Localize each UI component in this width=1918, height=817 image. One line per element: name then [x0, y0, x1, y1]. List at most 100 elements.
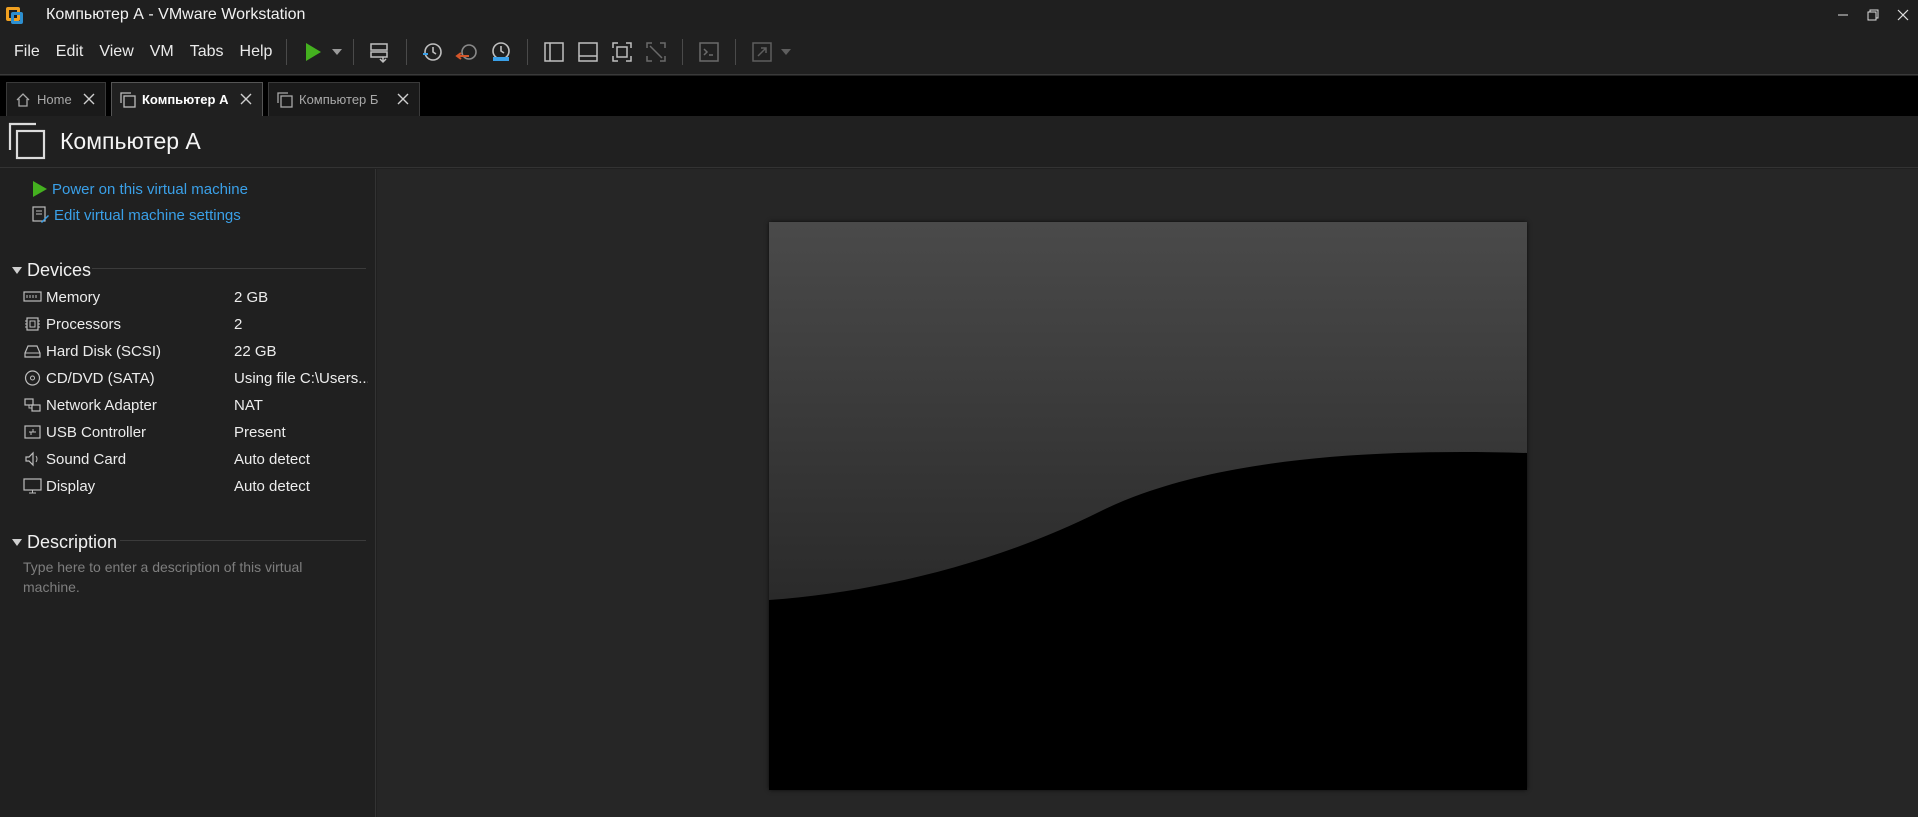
- restore-icon: [1867, 9, 1879, 21]
- vm-title: Компьютер А: [60, 128, 201, 154]
- toolbar-separator: [735, 39, 737, 65]
- title-bar: Компьютер А - VMware Workstation: [0, 0, 1918, 30]
- vm-tab-icon: [277, 91, 293, 108]
- snapshot-manager-icon: [492, 42, 511, 61]
- power-on-vm-link[interactable]: Power on this virtual machine: [32, 178, 248, 200]
- unity-icon: [646, 42, 667, 62]
- stretch-dropdown-button[interactable]: [779, 36, 793, 68]
- network-adapter-icon: [22, 396, 42, 414]
- full-screen-button[interactable]: [605, 36, 639, 68]
- tab-close-button[interactable]: [79, 89, 99, 109]
- restore-button[interactable]: [1858, 0, 1888, 30]
- power-on-icon: [306, 43, 322, 61]
- menu-vm[interactable]: VM: [142, 43, 182, 61]
- device-row-cd-dvd[interactable]: CD/DVD (SATA) Using file C:\Users...: [22, 366, 372, 390]
- tab-home[interactable]: Home: [6, 82, 106, 116]
- toolbar-separator: [286, 39, 288, 65]
- vm-large-icon: [8, 122, 48, 162]
- full-screen-icon: [612, 42, 633, 62]
- snapshot-icon: [423, 43, 443, 61]
- device-row-hard-disk[interactable]: Hard Disk (SCSI) 22 GB: [22, 339, 372, 363]
- device-name: Sound Card: [46, 450, 127, 468]
- dropdown-arrow-icon: [332, 49, 343, 55]
- tab-computer-a[interactable]: Компьютер А: [111, 82, 263, 116]
- revert-snapshot-button[interactable]: [450, 36, 484, 68]
- stretch-guest-button[interactable]: [745, 36, 779, 68]
- toolbar-separator: [353, 39, 355, 65]
- vm-preview-panel: [377, 169, 1918, 817]
- tab-computer-b[interactable]: Компьютер Б: [268, 82, 420, 116]
- vm-details-panel: Power on this virtual machine Edit virtu…: [0, 169, 376, 817]
- memory-icon: [22, 288, 42, 306]
- device-row-display[interactable]: Display Auto detect: [22, 474, 372, 498]
- close-icon: [240, 93, 252, 105]
- processor-icon: [22, 315, 42, 333]
- dropdown-arrow-icon: [781, 49, 792, 55]
- device-row-memory[interactable]: Memory 2 GB: [22, 285, 372, 309]
- power-on-button[interactable]: [296, 36, 330, 68]
- device-row-processors[interactable]: Processors 2: [22, 312, 372, 336]
- device-row-network-adapter[interactable]: Network Adapter NAT: [22, 393, 372, 417]
- library-icon: [544, 42, 565, 62]
- show-thumbnail-bar-button[interactable]: [571, 36, 605, 68]
- tab-close-button[interactable]: [236, 89, 256, 109]
- device-name: Display: [46, 477, 96, 495]
- edit-vm-settings-link[interactable]: Edit virtual machine settings: [32, 204, 241, 226]
- description-section-title: Description: [27, 532, 118, 552]
- power-dropdown-button[interactable]: [330, 36, 344, 68]
- device-name: Memory: [46, 288, 101, 306]
- window-title: Компьютер А - VMware Workstation: [46, 6, 306, 23]
- snapshot-manager-button[interactable]: [484, 36, 518, 68]
- device-name: Hard Disk (SCSI): [46, 342, 162, 360]
- revert-snapshot-icon: [455, 44, 478, 60]
- menu-toolbar-bar: File Edit View VM Tabs Help: [0, 30, 1918, 75]
- device-name: Processors: [46, 315, 122, 333]
- collapse-caret-icon: [12, 539, 22, 546]
- console-view-button[interactable]: [692, 36, 726, 68]
- device-row-sound-card[interactable]: Sound Card Auto detect: [22, 447, 372, 471]
- minimize-button[interactable]: [1828, 0, 1858, 30]
- menu-file[interactable]: File: [6, 43, 48, 61]
- device-value: 2: [234, 315, 243, 333]
- edit-settings-icon: [32, 206, 49, 223]
- collapse-caret-icon: [12, 267, 22, 274]
- action-label: Edit virtual machine settings: [54, 206, 241, 224]
- menu-edit[interactable]: Edit: [48, 43, 92, 61]
- menu-tabs[interactable]: Tabs: [182, 43, 232, 61]
- play-icon: [33, 181, 47, 197]
- devices-section-toggle[interactable]: Devices: [12, 260, 91, 281]
- send-ctrl-alt-del-icon: [370, 43, 389, 64]
- action-label: Power on this virtual machine: [52, 180, 248, 198]
- menu-view[interactable]: View: [91, 43, 141, 61]
- section-divider: [92, 268, 366, 269]
- tab-close-button[interactable]: [393, 89, 413, 109]
- hard-disk-icon: [22, 342, 42, 360]
- device-value: NAT: [234, 396, 263, 414]
- device-value: 22 GB: [234, 342, 277, 360]
- show-library-button[interactable]: [537, 36, 571, 68]
- device-value: Using file C:\Users...: [234, 369, 368, 387]
- unity-button[interactable]: [639, 36, 673, 68]
- close-window-button[interactable]: [1888, 0, 1918, 30]
- vm-tab-icon: [120, 91, 136, 108]
- send-ctrl-alt-del-button[interactable]: [363, 36, 397, 68]
- device-value: Auto detect: [234, 477, 310, 495]
- window-controls: [1828, 0, 1918, 30]
- usb-icon: [22, 423, 42, 441]
- device-value: Present: [234, 423, 286, 441]
- description-section-toggle[interactable]: Description: [12, 532, 117, 553]
- description-input[interactable]: Type here to enter a description of this…: [23, 557, 343, 597]
- vm-header: Компьютер А: [0, 116, 1918, 168]
- close-icon: [397, 93, 409, 105]
- tab-strip: Home Компьютер А Компьютер Б: [0, 76, 1918, 116]
- vmware-logo-icon: [6, 5, 26, 25]
- cd-dvd-icon: [22, 369, 42, 387]
- display-icon: [22, 477, 42, 495]
- vm-screen-thumbnail[interactable]: [769, 222, 1527, 790]
- close-icon: [83, 93, 95, 105]
- menu-help[interactable]: Help: [232, 43, 281, 61]
- take-snapshot-button[interactable]: [416, 36, 450, 68]
- thumbnail-bar-icon: [578, 42, 599, 62]
- device-row-usb-controller[interactable]: USB Controller Present: [22, 420, 372, 444]
- stretch-guest-icon: [752, 42, 773, 62]
